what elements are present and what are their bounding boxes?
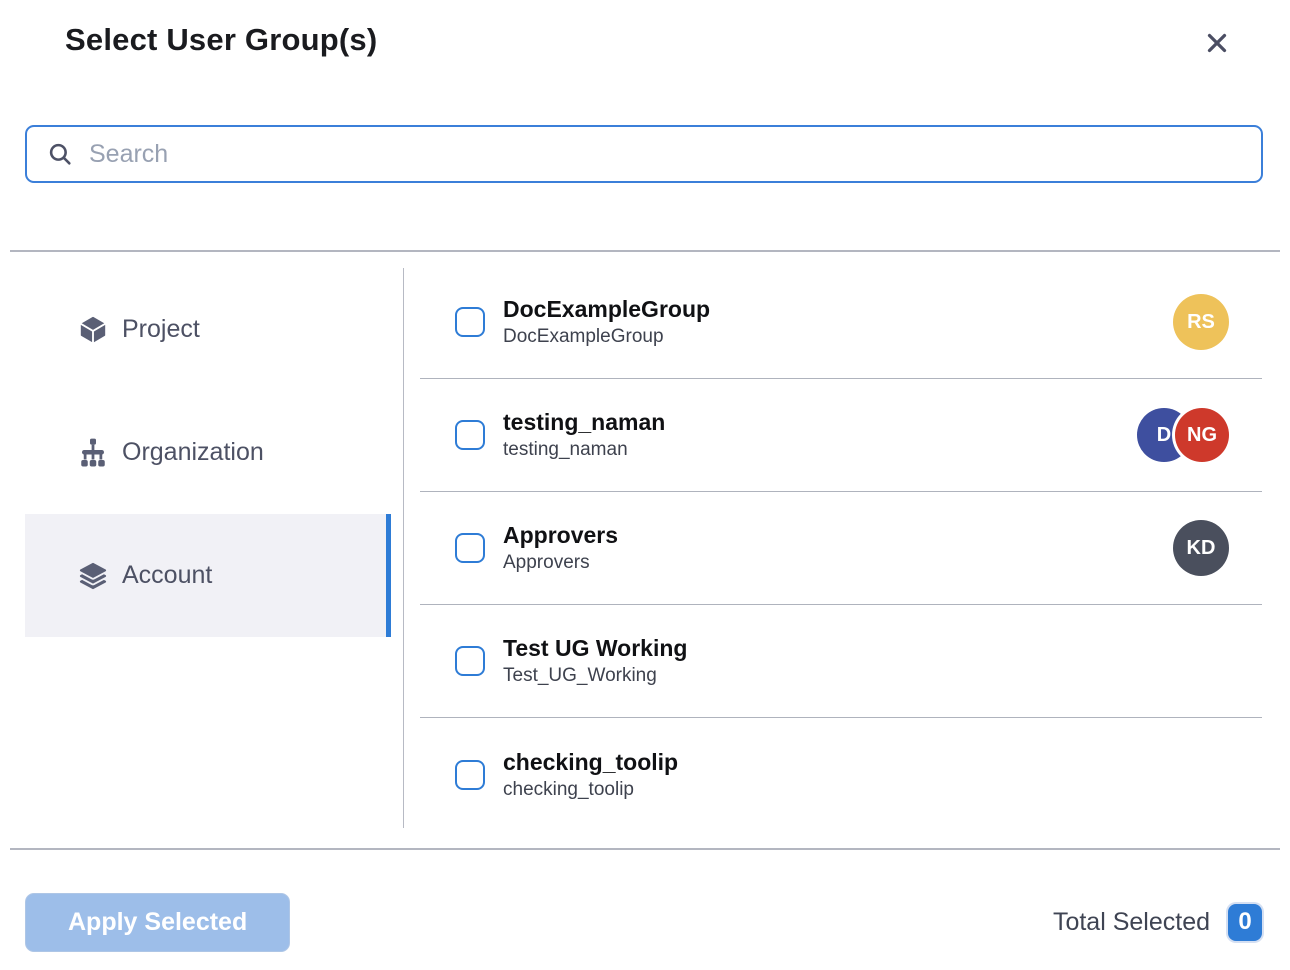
apply-selected-button[interactable]: Apply Selected — [25, 893, 290, 952]
close-button[interactable] — [1200, 26, 1234, 60]
group-avatars: KD — [1173, 520, 1229, 576]
group-row: DocExampleGroup DocExampleGroup RS — [420, 266, 1262, 379]
group-checkbox[interactable] — [455, 307, 485, 337]
group-avatars: DNG — [1137, 408, 1229, 462]
total-selected-label: Total Selected — [1053, 908, 1210, 937]
group-row: Test UG Working Test_UG_Working — [420, 605, 1262, 718]
search-box — [25, 125, 1263, 183]
group-row: Approvers Approvers KD — [420, 492, 1262, 605]
avatar: NG — [1175, 408, 1229, 462]
close-icon — [1202, 28, 1232, 58]
group-row: checking_toolip checking_toolip — [420, 718, 1262, 831]
group-checkbox[interactable] — [455, 533, 485, 563]
page-title: Select User Group(s) — [65, 22, 377, 58]
sidebar: Project Organization — [25, 252, 391, 848]
sidebar-item-label: Project — [122, 315, 200, 344]
dialog-body: Project Organization — [0, 252, 1290, 848]
group-name: testing_naman — [503, 407, 665, 437]
group-description: testing_naman — [503, 437, 665, 463]
group-description: Approvers — [503, 550, 618, 576]
total-selected: Total Selected 0 — [1053, 904, 1262, 941]
group-name: Test UG Working — [503, 633, 687, 663]
group-description: DocExampleGroup — [503, 324, 710, 350]
org-chart-icon — [78, 438, 108, 468]
group-list: DocExampleGroup DocExampleGroup RS testi… — [420, 252, 1262, 848]
search-icon — [47, 141, 73, 167]
dialog-header: Select User Group(s) — [0, 0, 1290, 125]
layers-icon — [78, 561, 108, 591]
group-checkbox[interactable] — [455, 760, 485, 790]
group-description: Test_UG_Working — [503, 663, 687, 689]
total-selected-count-badge: 0 — [1228, 904, 1262, 941]
sidebar-item-account[interactable]: Account — [25, 514, 391, 637]
group-avatars: RS — [1173, 294, 1229, 350]
sidebar-item-organization[interactable]: Organization — [25, 391, 391, 514]
group-name: DocExampleGroup — [503, 294, 710, 324]
search-input[interactable] — [89, 140, 1245, 169]
group-checkbox[interactable] — [455, 646, 485, 676]
dialog-footer: Apply Selected Total Selected 0 — [0, 850, 1290, 970]
group-row: testing_naman testing_naman DNG — [420, 379, 1262, 492]
group-checkbox[interactable] — [455, 420, 485, 450]
group-name: checking_toolip — [503, 747, 678, 777]
avatar: RS — [1173, 294, 1229, 350]
vertical-divider — [403, 268, 404, 828]
sidebar-item-label: Organization — [122, 438, 264, 467]
select-user-groups-dialog: Select User Group(s) Project — [0, 0, 1290, 970]
avatar: KD — [1173, 520, 1229, 576]
cube-icon — [78, 315, 108, 345]
group-description: checking_toolip — [503, 777, 678, 803]
sidebar-item-label: Account — [122, 561, 212, 590]
sidebar-item-project[interactable]: Project — [25, 268, 391, 391]
group-name: Approvers — [503, 520, 618, 550]
